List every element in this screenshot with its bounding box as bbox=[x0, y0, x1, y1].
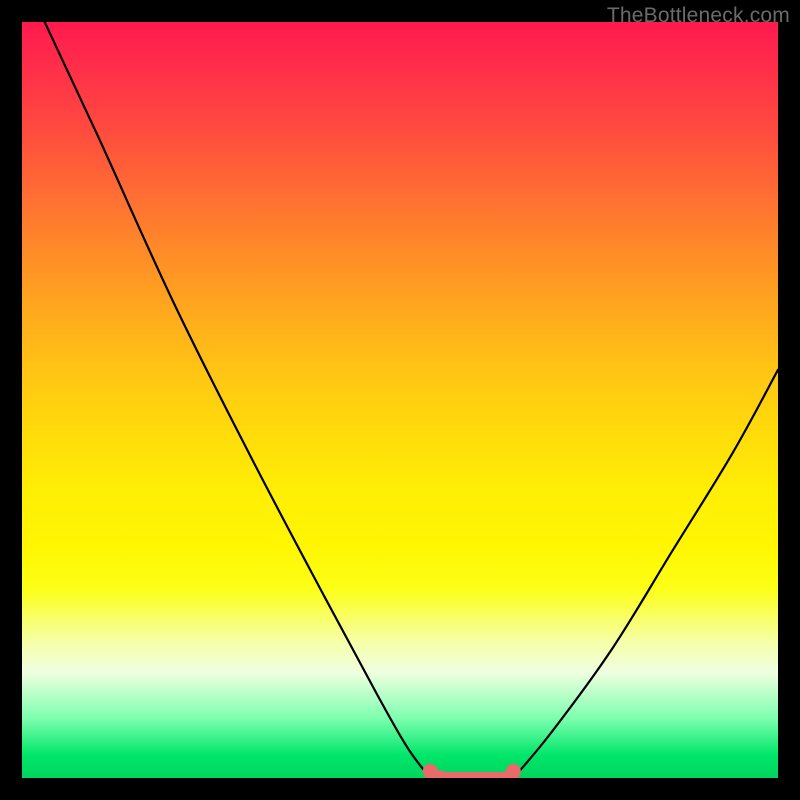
chart-frame: TheBottleneck.com bbox=[0, 0, 800, 800]
chart-svg bbox=[22, 22, 778, 778]
curve-right-branch bbox=[513, 370, 778, 778]
marker-endpoint-0 bbox=[423, 764, 438, 778]
marker-endpoint-1 bbox=[506, 764, 521, 778]
marker-segment bbox=[430, 774, 513, 778]
curve-left-branch bbox=[45, 22, 431, 778]
plot-area bbox=[22, 22, 778, 778]
watermark-text: TheBottleneck.com bbox=[607, 4, 790, 28]
